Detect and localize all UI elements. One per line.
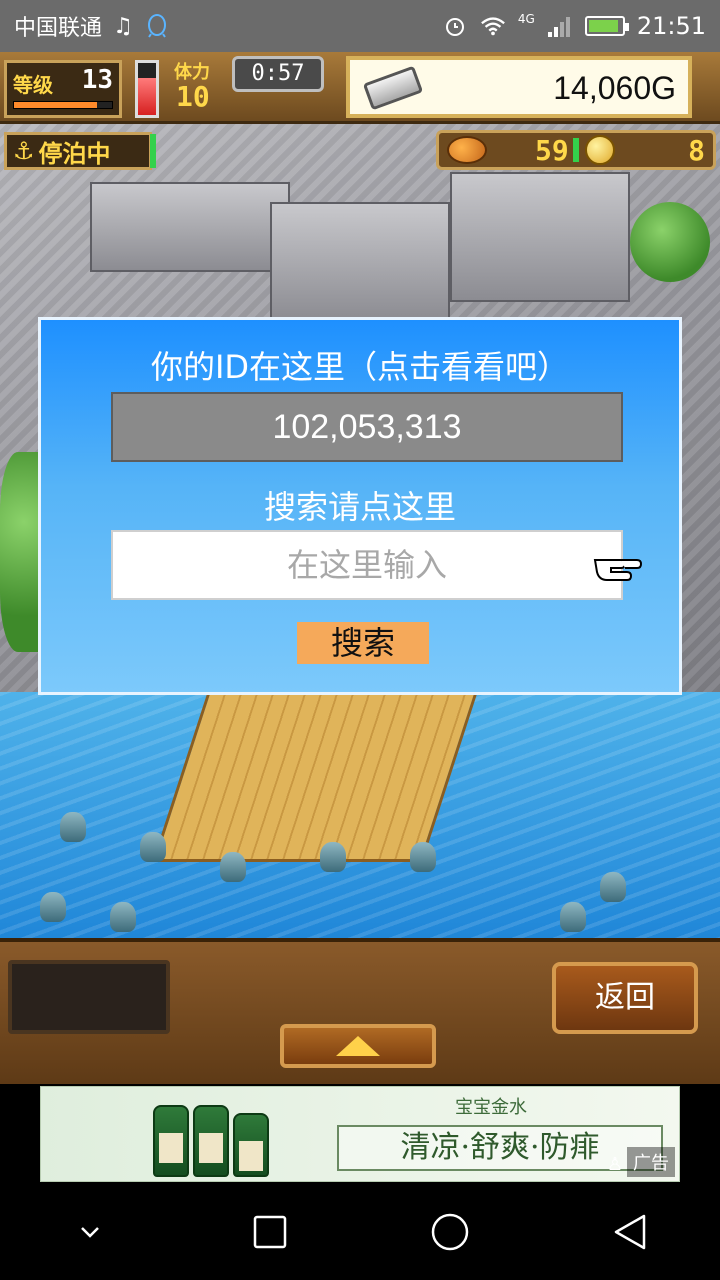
carrier-label: 中国联通 — [14, 16, 103, 41]
dialog-title: 你的ID在这里（点击看看吧） — [150, 348, 570, 386]
level-label: 等级 — [13, 73, 53, 97]
docked-label: 停泊中 — [38, 139, 111, 168]
empty-slot[interactable] — [8, 960, 170, 1034]
rock — [110, 902, 136, 932]
hud-top-bar: 等级 13 体力 10 0:57 14,060G — [0, 52, 720, 124]
pointing-hand-icon — [593, 559, 643, 581]
rock — [60, 812, 86, 842]
circle-home-icon[interactable] — [410, 1192, 490, 1272]
battery-charging-icon — [584, 16, 629, 36]
stamina-gauge — [135, 60, 159, 118]
rock — [320, 842, 346, 872]
id-search-dialog: 你的ID在这里（点击看看吧） 102,053,313 搜索请点这里 搜索 — [38, 317, 682, 695]
anchor-icon: ⚓ — [13, 137, 35, 165]
level-progress-bar — [13, 101, 113, 109]
product-bottle — [193, 1105, 229, 1177]
signal-icon — [547, 13, 573, 39]
ad-banner[interactable]: 宝宝金水 清凉·舒爽·防痱 ♙ 广告 — [40, 1086, 680, 1182]
wooden-dock — [152, 692, 478, 862]
tree — [630, 202, 710, 282]
triangle-back-icon[interactable] — [590, 1192, 670, 1272]
player-id-box[interactable]: 102,053,313 — [111, 392, 623, 462]
status-bar: 中国联通 ♫ 4G 21:51 — [0, 0, 720, 52]
timer-display: 0:57 — [232, 56, 324, 92]
stamina-value: 10 — [176, 80, 210, 113]
ad-label: 广告 — [627, 1147, 675, 1177]
wifi-icon — [480, 13, 506, 39]
food-icon — [447, 136, 487, 164]
money-panel[interactable]: 14,060G — [346, 56, 692, 118]
search-title: 搜索请点这里 — [263, 488, 456, 526]
castle-wall — [270, 202, 450, 322]
product-image — [153, 1093, 283, 1177]
product-bottle — [233, 1113, 269, 1177]
rock — [410, 842, 436, 872]
food-value: 59 — [535, 133, 569, 167]
system-nav-bar — [0, 1184, 720, 1280]
rock — [560, 902, 586, 932]
search-input[interactable] — [111, 530, 623, 600]
money-value: 14,060G — [553, 70, 676, 106]
expand-menu-button[interactable] — [280, 1024, 436, 1068]
ad-tagline: 宝宝金水 — [455, 1097, 527, 1118]
search-button[interactable]: 搜索 — [297, 622, 429, 664]
castle-tower — [450, 172, 630, 302]
chevron-down-icon[interactable] — [50, 1192, 130, 1272]
food-indicator — [572, 138, 579, 162]
back-button[interactable]: 返回 — [552, 962, 698, 1034]
level-value: 13 — [81, 65, 113, 95]
rock — [140, 832, 166, 862]
docked-status-badge[interactable]: ⚓ 停泊中 — [4, 132, 152, 170]
gold-coin-icon — [584, 135, 615, 165]
level-panel[interactable]: 等级 13 — [4, 60, 122, 118]
silver-bar-icon — [362, 65, 424, 111]
bottom-panel: 返回 — [0, 938, 720, 1084]
music-icon: ♫ — [113, 13, 133, 39]
clock-time: 21:51 — [636, 12, 706, 40]
up-triangle-icon — [336, 1036, 380, 1056]
rock — [40, 892, 66, 922]
product-bottle — [153, 1105, 189, 1177]
hud-status-row: ⚓ 停泊中 59 8 — [0, 128, 720, 172]
rock — [600, 872, 626, 902]
square-recent-icon[interactable] — [230, 1192, 310, 1272]
castle-wall — [90, 182, 290, 272]
qq-icon — [144, 13, 170, 39]
rock — [220, 852, 246, 882]
coin-value: 8 — [688, 133, 705, 167]
docked-indicator — [150, 134, 156, 168]
ad-person-icon: ♙ — [606, 1154, 623, 1175]
alarm-icon — [442, 13, 468, 39]
network-type-label: 4G — [517, 12, 535, 26]
resources-panel[interactable]: 59 8 — [436, 130, 716, 170]
